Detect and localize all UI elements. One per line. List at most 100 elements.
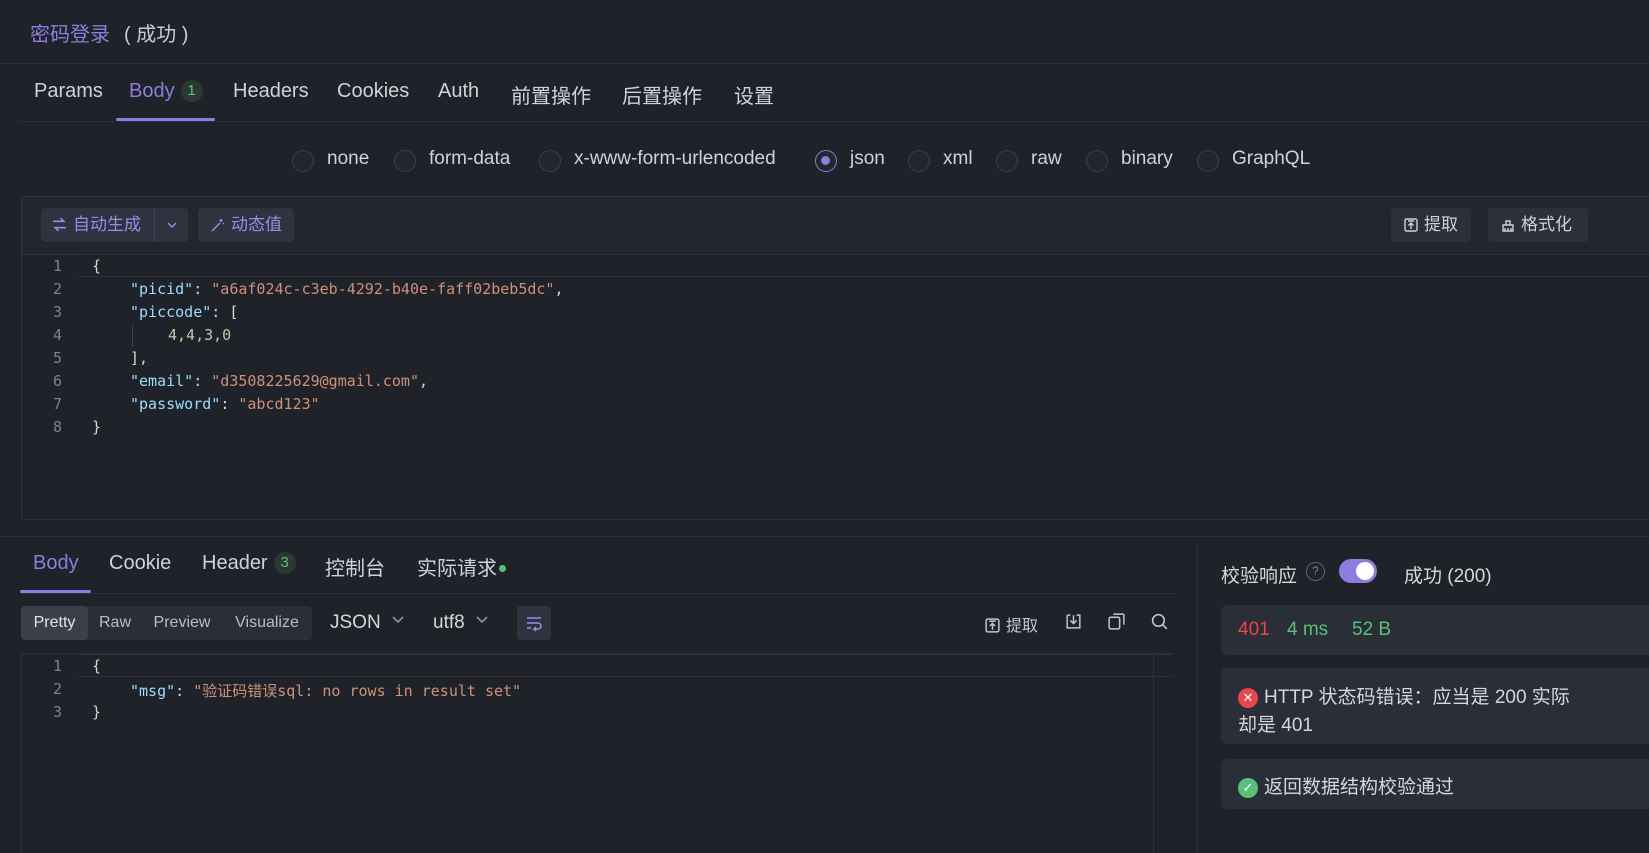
line-number: 4 (52, 326, 62, 344)
error-icon: ✕ (1238, 688, 1258, 708)
radio-urlencoded[interactable] (539, 150, 561, 172)
response-tabs: Body Cookie Header 3 控制台 实际请求 (20, 540, 1177, 594)
view-mode-raw[interactable]: Raw (88, 606, 142, 640)
body-type-label: form-data (429, 148, 511, 169)
code-line: "email": "d3508225629@gmail.com", (130, 372, 429, 390)
extract-label: 提取 (1424, 215, 1458, 234)
radio-binary[interactable] (1086, 150, 1108, 172)
status-dot (499, 565, 506, 572)
tab-settings[interactable]: 设置 (734, 80, 774, 109)
response-status-card: 401 4 ms 52 B (1221, 605, 1649, 655)
validate-toggle[interactable] (1339, 559, 1377, 583)
word-wrap-button[interactable] (517, 606, 551, 640)
current-line-highlight (78, 654, 1174, 677)
swap-icon (53, 217, 66, 232)
radio-none[interactable] (292, 150, 314, 172)
status-error-card: ✕ HTTP 状态码错误：应当是 200 实际 却是 401 (1221, 668, 1649, 744)
radio-xml[interactable] (908, 150, 930, 172)
tab-cookies[interactable]: Cookies (337, 80, 409, 103)
copy-button[interactable] (1107, 612, 1126, 636)
json-key: "picid" (130, 280, 194, 298)
format-select[interactable]: JSON (330, 612, 405, 634)
magic-wand-icon (211, 219, 225, 232)
radio-form-data[interactable] (394, 150, 416, 172)
indent-guide (132, 324, 133, 347)
line-number: 8 (52, 418, 62, 436)
extract-button[interactable]: 提取 (1391, 208, 1471, 242)
editor-toolbar: 自动生成 动态值 提取 格式化 (22, 197, 1649, 255)
tab-auth[interactable]: Auth (438, 80, 479, 103)
request-tabs: Params Body 1 Headers Cookies Auth 前置操作 后… (20, 64, 1649, 122)
tab-body-label: Body (129, 80, 175, 102)
resp-tab-cookie[interactable]: Cookie (109, 552, 171, 575)
validation-result-select[interactable]: 成功 (200) (1404, 561, 1492, 588)
encoding-select-value: utf8 (433, 612, 465, 633)
search-icon (1151, 613, 1168, 630)
status-code: 401 (1238, 619, 1270, 640)
active-tab-indicator (116, 118, 215, 121)
dynamic-value-button[interactable]: 动态值 (198, 208, 294, 242)
line-number: 3 (52, 703, 62, 721)
format-select-value: JSON (330, 612, 381, 633)
json-number-array: 4,4,3,0 (168, 326, 232, 344)
code-line: ], (130, 349, 149, 367)
json-key: "msg" (130, 682, 176, 700)
view-mode-visualize[interactable]: Visualize (222, 606, 312, 640)
code-line: "password": "abcd123" (130, 395, 320, 413)
copy-icon (1108, 613, 1125, 630)
format-label: 格式化 (1521, 215, 1572, 234)
validate-response-label: 校验响应 (1221, 566, 1298, 587)
view-mode-pretty[interactable]: Pretty (21, 606, 88, 640)
view-mode-preview[interactable]: Preview (142, 606, 222, 640)
dynamic-value-label: 动态值 (231, 215, 282, 234)
body-type-label: none (327, 148, 370, 169)
response-extract-label: 提取 (1006, 618, 1039, 635)
format-button[interactable]: 格式化 (1488, 208, 1588, 242)
panel-divider[interactable] (0, 536, 1649, 537)
schema-ok-card: ✓ 返回数据结构校验通过 (1221, 759, 1649, 809)
json-string: "d3508225629@gmail.com" (211, 372, 419, 390)
tab-pre-operations[interactable]: 前置操作 (511, 80, 591, 109)
json-string: "验证码错误sql: no rows in result set" (193, 682, 522, 700)
download-button[interactable] (1064, 612, 1083, 636)
tab-params[interactable]: Params (34, 80, 103, 103)
response-time: 4 ms (1287, 619, 1329, 640)
line-number: 6 (52, 372, 62, 390)
download-icon (1066, 614, 1081, 629)
code-line: "piccode": [ (130, 303, 239, 321)
tab-headers[interactable]: Headers (233, 80, 309, 103)
broom-icon (1502, 220, 1514, 232)
response-extract-button[interactable]: 提取 (984, 612, 1038, 636)
chevron-down-icon (476, 616, 488, 624)
response-code-area[interactable]: 1 2 3 { "msg": "验证码错误sql: no rows in res… (21, 653, 1174, 853)
json-key: "piccode" (130, 303, 212, 321)
line-number: 5 (52, 349, 62, 367)
radio-graphql[interactable] (1197, 150, 1219, 172)
tab-body[interactable]: Body 1 (129, 80, 203, 103)
tab-post-operations[interactable]: 后置操作 (622, 80, 702, 109)
resp-tab-console[interactable]: 控制台 (325, 552, 385, 581)
radio-json[interactable] (815, 150, 837, 172)
chevron-down-icon (166, 222, 177, 229)
line-number: 1 (52, 657, 62, 675)
resp-tab-header[interactable]: Header 3 (202, 552, 296, 575)
request-name[interactable]: 密码登录 (30, 18, 110, 47)
search-button[interactable] (1150, 612, 1169, 636)
check-icon: ✓ (1238, 778, 1258, 798)
error-line-1: HTTP 状态码错误：应当是 200 实际 (1264, 687, 1570, 708)
error-line-2: 却是 401 (1238, 715, 1313, 736)
extract-icon (1404, 218, 1418, 232)
scrollbar[interactable] (1153, 653, 1173, 853)
code-line: "picid": "a6af024c-c3eb-4292-b40e-faff02… (130, 280, 564, 298)
resp-tab-actual-request[interactable]: 实际请求 (417, 552, 506, 581)
resp-tab-body[interactable]: Body (33, 552, 79, 575)
resp-tab-actual-request-label: 实际请求 (417, 558, 497, 580)
vertical-divider[interactable] (1197, 540, 1198, 853)
help-icon[interactable]: ? (1306, 562, 1325, 581)
encoding-select[interactable]: utf8 (433, 612, 489, 634)
line-number: 1 (52, 257, 62, 275)
auto-generate-dropdown[interactable] (154, 208, 188, 242)
auto-generate-label: 自动生成 (73, 215, 141, 234)
chevron-down-icon (392, 616, 404, 624)
radio-raw[interactable] (996, 150, 1018, 172)
